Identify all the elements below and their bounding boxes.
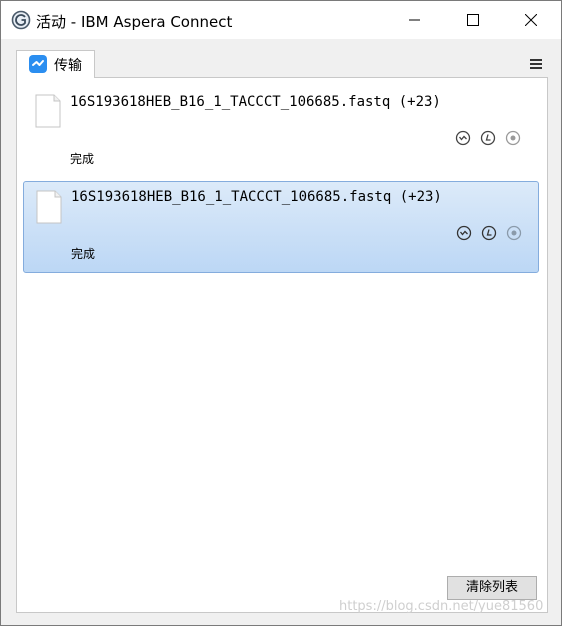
speed-icon[interactable] <box>480 130 496 146</box>
tab-label: 传输 <box>54 58 82 74</box>
hamburger-menu-icon[interactable] <box>529 58 543 70</box>
transfer-item-selected[interactable]: 16S193618HEB_B16_1_TACCCT_106685.fastq (… <box>23 181 539 273</box>
watermark: https://blog.csdn.net/yue81560 <box>339 599 544 614</box>
minimize-button[interactable] <box>392 1 438 39</box>
file-icon <box>36 190 62 224</box>
maximize-button[interactable] <box>450 1 496 39</box>
transfer-icon <box>29 55 47 73</box>
transfer-actions <box>456 225 526 243</box>
tab-transfers[interactable]: 传输 <box>16 50 95 78</box>
maximize-icon <box>467 14 479 26</box>
file-name: 16S193618HEB_B16_1_TACCCT_106685.fastq (… <box>71 189 442 205</box>
show-details-icon[interactable] <box>456 225 472 241</box>
transfer-status: 完成 <box>71 247 96 261</box>
transfer-item[interactable]: 16S193618HEB_B16_1_TACCCT_106685.fastq (… <box>23 86 539 178</box>
transfer-status: 完成 <box>70 152 95 166</box>
transfer-actions <box>455 130 525 148</box>
clear-list-button[interactable]: 清除列表 <box>447 576 537 600</box>
close-button[interactable] <box>508 1 554 39</box>
aspera-connect-icon <box>11 10 31 30</box>
stop-icon[interactable] <box>506 225 522 241</box>
file-name: 16S193618HEB_B16_1_TACCCT_106685.fastq (… <box>70 94 441 110</box>
speed-icon[interactable] <box>481 225 497 241</box>
close-icon <box>525 14 537 26</box>
title-bar[interactable]: 活动 - IBM Aspera Connect <box>1 1 561 39</box>
stop-icon[interactable] <box>505 130 521 146</box>
transfer-list: 16S193618HEB_B16_1_TACCCT_106685.fastq (… <box>16 77 548 613</box>
aspera-connect-window: 活动 - IBM Aspera Connect 传输 16S193618HEB_… <box>0 0 562 626</box>
file-icon <box>35 94 61 128</box>
window-title: 活动 - IBM Aspera Connect <box>36 13 233 31</box>
show-details-icon[interactable] <box>455 130 471 146</box>
minimize-icon <box>409 19 420 21</box>
